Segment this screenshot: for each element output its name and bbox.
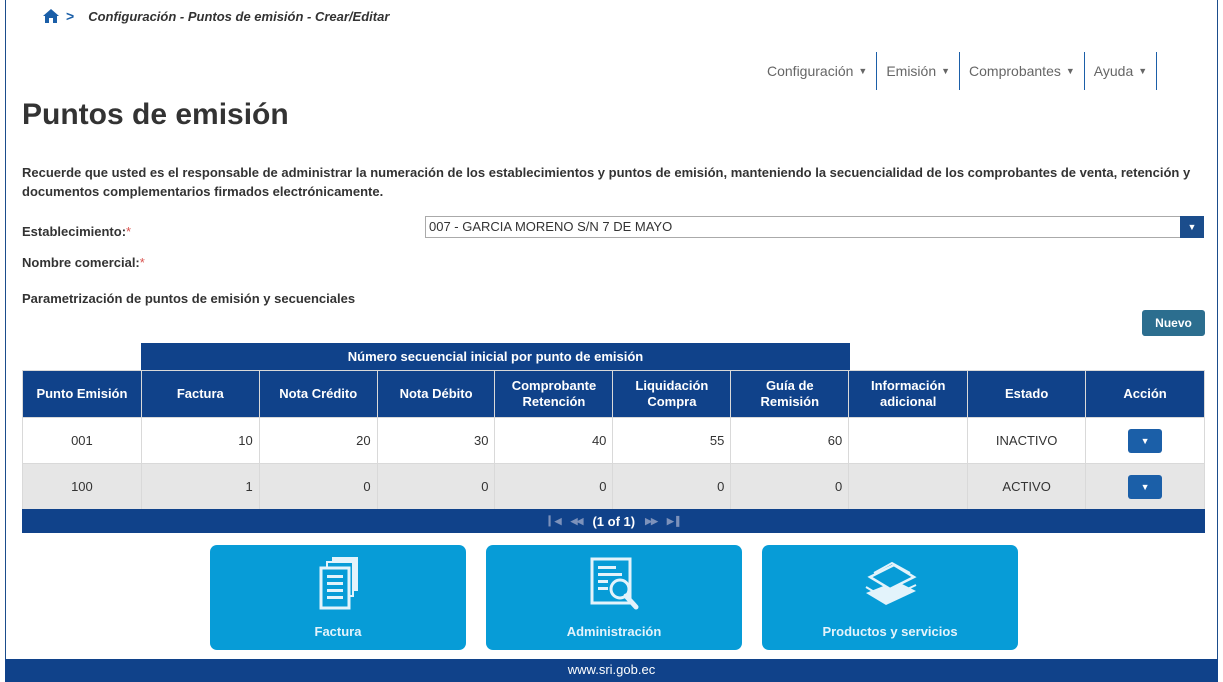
nav-item-emision[interactable]: Emisión ▼ — [877, 52, 961, 90]
col-comprobante-retencion: Comprobante Retención — [494, 370, 614, 418]
header-line: Comprobante — [511, 378, 597, 393]
documents-icon — [319, 557, 358, 610]
cell-guia: 0 — [730, 463, 850, 510]
tile-label: Productos y servicios — [822, 624, 958, 639]
col-estado: Estado — [967, 370, 1087, 418]
row-action-dropdown-button[interactable]: ▼ — [1128, 474, 1163, 499]
row-action-dropdown-button[interactable]: ▼ — [1128, 428, 1163, 453]
cell-info — [848, 417, 969, 464]
nav-item-configuracion[interactable]: Configuración ▼ — [758, 52, 878, 90]
paginator: ▎◀ ◀◀ (1 of 1) ▶▶ ▶▐ — [22, 509, 1205, 533]
col-liquidacion-compra: Liquidación Compra — [612, 370, 732, 418]
home-icon[interactable] — [42, 8, 60, 24]
cell-retencion: 0 — [494, 463, 614, 510]
col-factura: Factura — [140, 370, 260, 418]
puntos-emision-table: Punto Emisión Factura Nota Crédito Nota … — [22, 370, 1205, 510]
col-informacion-adicional: Información adicional — [848, 370, 969, 418]
caret-down-icon: ▼ — [858, 66, 868, 76]
cell-punto: 100 — [22, 463, 142, 510]
required-mark: * — [139, 255, 145, 270]
chevron-right-icon: > — [66, 8, 75, 24]
establecimiento-label: Establecimiento:* — [22, 224, 131, 239]
table-header-row: Punto Emisión Factura Nota Crédito Nota … — [22, 370, 1205, 418]
breadcrumb-text: Configuración - Puntos de emisión - Crea… — [88, 8, 390, 24]
breadcrumb: > Configuración - Puntos de emisión - Cr… — [42, 8, 389, 24]
footer-link[interactable]: www.sri.gob.ec — [5, 659, 1218, 682]
establecimiento-select[interactable]: 007 - GARCIA MORENO S/N 7 DE MAYO ▼ — [425, 216, 1204, 238]
nav-label: Configuración — [767, 63, 854, 79]
cell-nota-debito: 30 — [376, 417, 496, 464]
section-title: Parametrización de puntos de emisión y s… — [22, 291, 356, 306]
cell-accion: ▼ — [1085, 417, 1205, 464]
dropdown-toggle-icon[interactable]: ▼ — [1180, 216, 1204, 238]
cell-guia: 60 — [730, 417, 850, 464]
header-line: Guía de — [765, 378, 814, 393]
cell-liquidacion: 55 — [612, 417, 732, 464]
nav-item-comprobantes[interactable]: Comprobantes ▼ — [960, 52, 1085, 90]
nombre-comercial-label: Nombre comercial:* — [22, 255, 145, 270]
caret-down-icon: ▼ — [1065, 66, 1075, 76]
nav-label: Ayuda — [1093, 63, 1134, 79]
last-page-icon[interactable]: ▶▐ — [667, 516, 679, 527]
nav-item-ayuda[interactable]: Ayuda ▼ — [1085, 52, 1158, 90]
cell-estado: INACTIVO — [967, 417, 1087, 464]
nuevo-button[interactable]: Nuevo — [1142, 310, 1205, 336]
page-title: Puntos de emisión — [22, 98, 289, 131]
top-navigation: Configuración ▼ Emisión ▼ Comprobantes ▼ Ay… — [758, 52, 1158, 90]
first-page-icon[interactable]: ▎◀ — [549, 516, 562, 527]
caret-down-icon: ▼ — [941, 66, 951, 76]
table-row: 001 10 20 30 40 55 60 INACTIVO ▼ — [22, 417, 1205, 464]
header-line: Retención — [522, 394, 586, 409]
cell-estado: ACTIVO — [967, 463, 1087, 510]
cell-nota-credito: 0 — [258, 463, 378, 510]
cell-nota-debito: 0 — [376, 463, 496, 510]
cell-retencion: 40 — [494, 417, 614, 464]
caret-down-icon: ▼ — [1138, 66, 1148, 76]
required-mark: * — [126, 224, 132, 239]
cell-info — [848, 463, 969, 510]
cell-accion: ▼ — [1085, 463, 1205, 510]
prev-page-icon[interactable]: ◀◀ — [571, 516, 584, 527]
establecimiento-label-text: Establecimiento: — [22, 224, 127, 239]
nav-label: Emisión — [886, 63, 937, 79]
nombre-comercial-label-text: Nombre comercial: — [22, 255, 140, 270]
tile-administracion[interactable]: Administración — [486, 545, 742, 650]
responsibility-notice: Recuerde que usted es el responsable de … — [22, 165, 1191, 199]
header-line: Información — [870, 378, 946, 393]
header-line: adicional — [880, 394, 937, 409]
cell-factura: 10 — [140, 417, 260, 464]
col-punto-emision: Punto Emisión — [22, 370, 142, 418]
cell-nota-credito: 20 — [258, 417, 378, 464]
header-line: Liquidación — [635, 378, 709, 393]
col-nota-credito: Nota Crédito — [258, 370, 378, 418]
cell-liquidacion: 0 — [612, 463, 732, 510]
paper-stack-icon — [865, 561, 917, 605]
table-row: 100 1 0 0 0 0 0 ACTIVO ▼ — [22, 463, 1205, 510]
header-line: Compra — [647, 394, 697, 409]
next-page-icon[interactable]: ▶▶ — [645, 516, 658, 527]
establecimiento-value: 007 - GARCIA MORENO S/N 7 DE MAYO — [429, 219, 673, 234]
tile-label: Factura — [314, 624, 362, 639]
nav-label: Comprobantes — [969, 63, 1061, 79]
cell-factura: 1 — [140, 463, 260, 510]
header-line: Remisión — [760, 394, 820, 409]
col-nota-debito: Nota Débito — [376, 370, 496, 418]
tile-label: Administración — [566, 624, 662, 639]
tile-factura[interactable]: Factura — [210, 545, 466, 650]
secuencial-group-header: Número secuencial inicial por punto de e… — [141, 343, 850, 370]
document-search-icon — [590, 557, 639, 610]
cell-punto: 001 — [22, 417, 142, 464]
tile-productos-servicios[interactable]: Productos y servicios — [762, 545, 1018, 650]
col-guia-remision: Guía de Remisión — [730, 370, 850, 418]
col-accion: Acción — [1085, 370, 1205, 418]
page-report: (1 of 1) — [592, 513, 636, 529]
